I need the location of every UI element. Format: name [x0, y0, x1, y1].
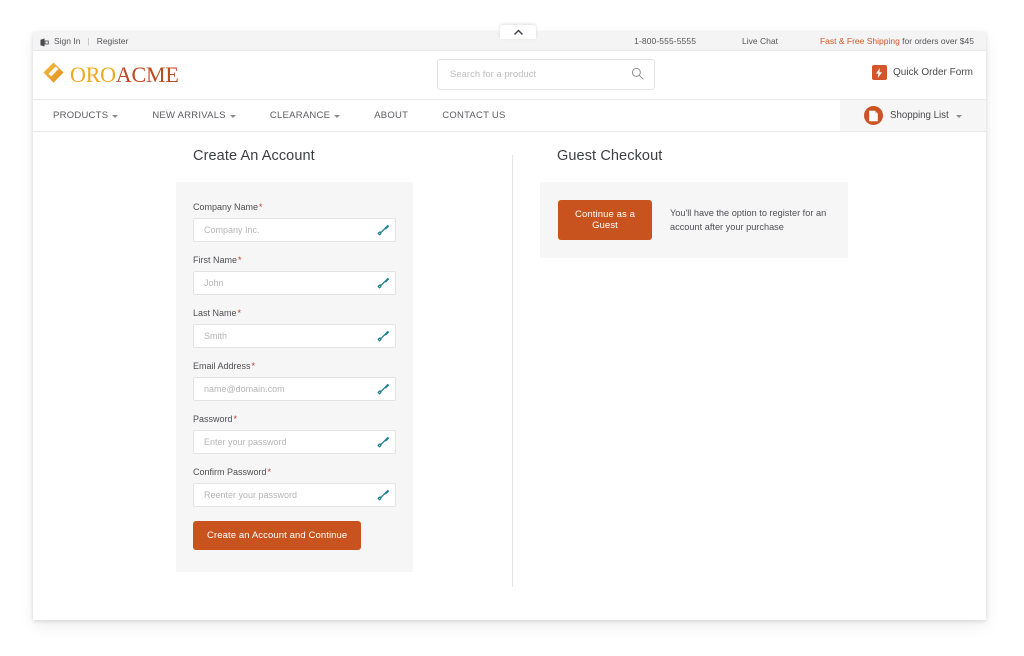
live-chat-link[interactable]: Live Chat	[742, 36, 778, 46]
page-card: Sign In | Register 1-800-555-5555 Live C…	[33, 32, 986, 620]
nav-item-contact-us[interactable]: CONTACT US	[442, 110, 523, 121]
field-label: Password*	[193, 414, 396, 424]
field-password: Password*	[193, 414, 396, 454]
shopping-list-document-icon	[864, 106, 883, 125]
main-content: Create An Account Company Name* First Na…	[33, 132, 986, 620]
register-link[interactable]: Register	[97, 36, 129, 46]
chevron-down-icon	[334, 115, 341, 118]
autofill-wrench-icon[interactable]	[377, 383, 389, 395]
search-button[interactable]	[631, 67, 644, 83]
nav-item-about[interactable]: ABOUT	[374, 110, 426, 121]
logo-text: OROACME	[70, 64, 179, 86]
chevron-down-icon	[112, 115, 119, 118]
autofill-wrench-icon[interactable]	[377, 224, 389, 236]
required-marker: *	[259, 202, 263, 212]
field-label: Company Name*	[193, 202, 396, 212]
confirm-password-input[interactable]	[202, 489, 371, 501]
field-label-text: Email Address	[193, 361, 251, 371]
nav-item-label: CONTACT US	[442, 110, 506, 121]
logo-text-oro: ORO	[70, 62, 116, 87]
email-address-input-wrap[interactable]	[193, 377, 396, 401]
quick-order-form-button[interactable]: Quick Order Form	[871, 65, 973, 80]
nav-item-label: NEW ARRIVALS	[152, 110, 226, 121]
field-label: Email Address*	[193, 361, 396, 371]
last-name-input-wrap[interactable]	[193, 324, 396, 348]
top-bar-separator: |	[87, 36, 90, 46]
confirm-password-input-wrap[interactable]	[193, 483, 396, 507]
create-account-panel: Company Name* First Name*	[176, 182, 413, 572]
chevron-up-icon	[513, 29, 523, 35]
nav-item-new-arrivals[interactable]: NEW ARRIVALS	[152, 110, 254, 121]
autofill-wrench-icon[interactable]	[377, 330, 389, 342]
lightning-bolt-icon	[871, 65, 887, 80]
field-label-text: Last Name	[193, 308, 237, 318]
shipping-promo[interactable]: Fast & Free Shipping for orders over $45	[820, 36, 974, 46]
shopping-list-menu[interactable]: Shopping List	[840, 100, 986, 131]
sign-in-icon	[40, 37, 49, 47]
nav-items: PRODUCTS NEW ARRIVALS CLEARANCE ABOUT CO…	[33, 100, 524, 131]
autofill-wrench-icon[interactable]	[377, 436, 389, 448]
collapse-tab[interactable]	[500, 25, 536, 39]
create-account-title: Create An Account	[193, 148, 315, 164]
logo-text-acme: ACME	[115, 62, 179, 87]
first-name-input[interactable]	[202, 277, 371, 289]
required-marker: *	[251, 361, 256, 371]
create-account-submit-button[interactable]: Create an Account and Continue	[193, 521, 362, 550]
field-confirm-password: Confirm Password*	[193, 467, 396, 507]
search-input[interactable]	[448, 68, 631, 81]
password-input-wrap[interactable]	[193, 430, 396, 454]
phone-number[interactable]: 1-800-555-5555	[634, 36, 696, 46]
field-label-text: Password	[193, 414, 233, 424]
column-divider	[512, 155, 513, 587]
email-address-input[interactable]	[202, 383, 371, 395]
top-bar-left: Sign In | Register	[40, 36, 129, 47]
nav-item-label: CLEARANCE	[269, 110, 331, 121]
nav-item-products[interactable]: PRODUCTS	[53, 110, 136, 121]
field-label-text: Confirm Password	[193, 467, 267, 477]
shipping-promo-rest: for orders over $45	[899, 36, 974, 46]
site-logo[interactable]: OROACME	[42, 61, 179, 89]
oro-diamond-logo-icon	[42, 61, 65, 89]
field-email-address: Email Address*	[193, 361, 396, 401]
product-search[interactable]	[437, 59, 655, 90]
company-name-input-wrap[interactable]	[193, 218, 396, 242]
shopping-list-label: Shopping List	[890, 110, 949, 121]
first-name-input-wrap[interactable]	[193, 271, 396, 295]
site-header: OROACME Quick Order Form	[33, 51, 986, 99]
sign-in-link[interactable]: Sign In	[54, 36, 80, 46]
company-name-input[interactable]	[202, 224, 371, 236]
guest-checkout-column: Guest Checkout Continue as a Guest You'l…	[540, 148, 848, 258]
chevron-down-icon	[229, 115, 236, 118]
guest-checkout-description: You'll have the option to register for a…	[670, 207, 827, 232]
nav-item-label: ABOUT	[374, 110, 409, 121]
nav-item-label: PRODUCTS	[53, 110, 109, 121]
field-label-text: First Name	[193, 255, 238, 265]
guest-checkout-panel: Continue as a Guest You'll have the opti…	[540, 182, 848, 258]
required-marker: *	[237, 308, 242, 318]
create-account-column: Create An Account Company Name* First Na…	[176, 148, 413, 572]
main-navigation: PRODUCTS NEW ARRIVALS CLEARANCE ABOUT CO…	[33, 99, 986, 132]
guest-checkout-title: Guest Checkout	[557, 148, 663, 164]
field-last-name: Last Name*	[193, 308, 396, 348]
required-marker: *	[233, 414, 238, 424]
field-first-name: First Name*	[193, 255, 396, 295]
password-input[interactable]	[202, 436, 371, 448]
field-company-name: Company Name*	[193, 202, 396, 242]
top-bar-right: 1-800-555-5555 Live Chat Fast & Free Shi…	[634, 36, 974, 46]
search-icon	[631, 67, 644, 83]
last-name-input[interactable]	[202, 330, 371, 342]
field-label: First Name*	[193, 255, 396, 265]
shipping-promo-accent: Fast & Free Shipping	[819, 36, 900, 46]
field-label-text: Company Name	[193, 202, 259, 212]
quick-order-form-label: Quick Order Form	[892, 67, 973, 78]
field-label: Confirm Password*	[193, 467, 396, 477]
autofill-wrench-icon[interactable]	[377, 277, 389, 289]
chevron-down-icon	[955, 115, 962, 118]
continue-as-guest-button[interactable]: Continue as a Guest	[558, 200, 652, 240]
field-label: Last Name*	[193, 308, 396, 318]
nav-item-clearance[interactable]: CLEARANCE	[270, 110, 358, 121]
required-marker: *	[238, 255, 242, 265]
required-marker: *	[267, 467, 272, 477]
autofill-wrench-icon[interactable]	[377, 489, 389, 501]
